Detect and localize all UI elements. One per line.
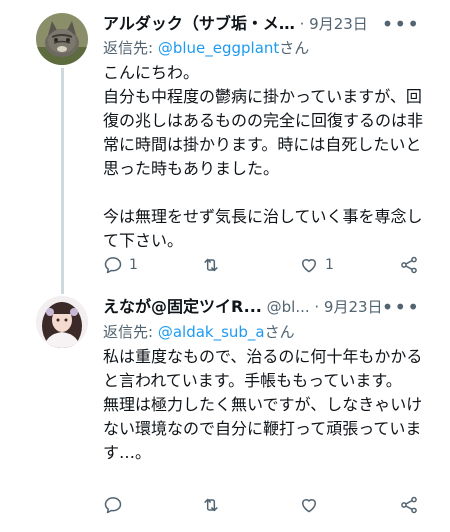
like-button[interactable]: 1 (299, 253, 334, 277)
like-count: 1 (325, 257, 334, 273)
retweet-button[interactable] (201, 253, 227, 277)
share-icon (401, 256, 417, 274)
reply-prefix: 返信先: (103, 323, 158, 341)
reply-prefix: 返信先: (103, 39, 158, 57)
tweet-header: アルダック（サブ垢・メ… · 9月23日 ••• (103, 12, 436, 36)
share-button[interactable] (399, 253, 419, 277)
tweet[interactable]: えなが@固定ツイR... @bl... · 9月23日 ••• 返信先: @al… (0, 290, 450, 532)
share-icon (401, 496, 417, 514)
avatar[interactable] (36, 13, 88, 65)
share-button[interactable] (399, 493, 419, 517)
reply-handle-link[interactable]: @aldak_sub_a (158, 323, 265, 341)
more-icon[interactable]: ••• (382, 12, 420, 36)
more-icon[interactable]: ••• (382, 295, 420, 319)
avatar[interactable] (36, 296, 88, 348)
like-icon (302, 499, 316, 513)
reply-suffix: さん (279, 39, 310, 57)
retweet-button[interactable] (201, 493, 227, 517)
retweet-icon (204, 258, 218, 272)
reply-suffix: さん (264, 323, 295, 341)
reply-button[interactable]: 1 (103, 253, 138, 277)
tweet-text: 私は重度なもので、治るのに何十年もかかると言われています。手帳ももっています。 … (103, 347, 423, 462)
reply-handle-link[interactable]: @blue_eggplant (158, 39, 279, 57)
replying-to: 返信先: @blue_eggplantさん (103, 37, 309, 59)
tweet[interactable]: アルダック（サブ垢・メ… · 9月23日 ••• 返信先: @blue_eggp… (0, 0, 450, 290)
tweet-actions (103, 493, 433, 517)
tweet-text: こんにちわ。 自分も中程度の鬱病に掛かっていますが、回復の兆しはあるものの完全に… (103, 63, 424, 250)
tweet-actions: 1 1 (103, 253, 433, 277)
handle-and-date[interactable]: · 9月23日 (295, 15, 368, 33)
like-icon (302, 259, 316, 273)
tweet-header: えなが@固定ツイR... @bl... · 9月23日 ••• (103, 295, 436, 319)
replying-to: 返信先: @aldak_sub_aさん (103, 321, 295, 343)
like-button[interactable] (299, 493, 325, 517)
reply-button[interactable] (103, 493, 129, 517)
reply-icon (104, 497, 122, 514)
handle-and-date[interactable]: @bl... · 9月23日 (262, 298, 383, 316)
display-name[interactable]: アルダック（サブ垢・メ… (103, 14, 295, 33)
display-name[interactable]: えなが@固定ツイR... (103, 297, 262, 316)
reply-count: 1 (129, 257, 138, 273)
reply-icon (104, 257, 122, 274)
retweet-icon (204, 498, 218, 512)
